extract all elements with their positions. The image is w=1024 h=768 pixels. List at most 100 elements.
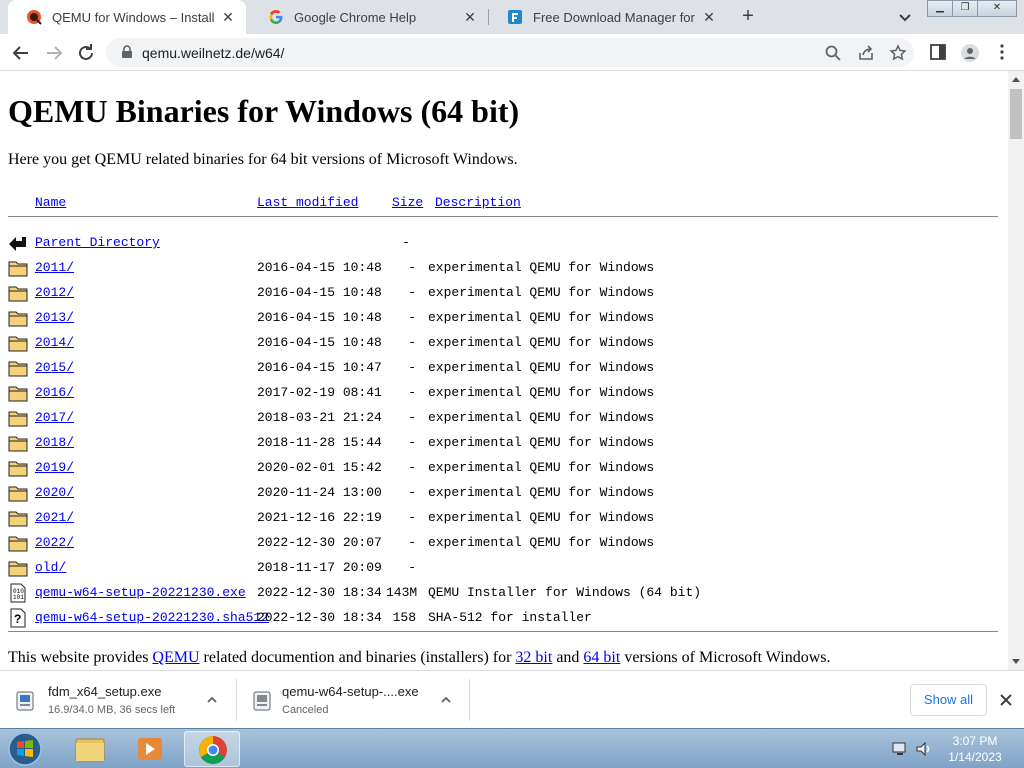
- file-link[interactable]: qemu-w64-setup-20221230.exe: [35, 585, 246, 600]
- footer-suffix: versions of Microsoft Windows.: [620, 649, 831, 666]
- column-header-name[interactable]: Name: [35, 195, 66, 210]
- size-cell: -: [408, 560, 416, 575]
- forward-icon[interactable]: [42, 41, 66, 65]
- folder-icon: [8, 561, 28, 577]
- size-cell: -: [408, 310, 416, 325]
- volume-icon[interactable]: [915, 740, 933, 758]
- taskbar-media-player-button[interactable]: [122, 731, 178, 767]
- back-arrow-icon: [9, 237, 26, 251]
- vertical-scrollbar[interactable]: [1008, 71, 1024, 670]
- tab-title: QEMU for Windows – Installers (: [52, 9, 214, 25]
- date-cell: 2016-04-15 10:47: [257, 360, 382, 375]
- chevron-up-icon[interactable]: [205, 693, 219, 707]
- chevron-up-icon[interactable]: [439, 693, 453, 707]
- table-row: 2020/2020-11-24 13:00 - experimental QEMU …: [0, 481, 1000, 506]
- table-row: 2019/2020-02-01 15:42 - experimental QEMU …: [0, 456, 1000, 481]
- file-link[interactable]: 2019/: [35, 460, 74, 475]
- description-cell: experimental QEMU for Windows: [428, 460, 655, 475]
- bookmark-star-icon[interactable]: [889, 44, 907, 62]
- new-tab-button[interactable]: +: [737, 5, 759, 27]
- scroll-down-arrow-icon[interactable]: [1012, 659, 1020, 664]
- download-item-qemu[interactable]: qemu-w64-setup-....exe Canceled: [237, 671, 469, 729]
- side-panel-icon[interactable]: [929, 43, 947, 61]
- close-tab-icon[interactable]: ✕: [220, 9, 236, 25]
- footer-and: and: [552, 649, 584, 666]
- close-window-button[interactable]: ✕: [977, 0, 1017, 17]
- description-cell: experimental QEMU for Windows: [428, 260, 655, 275]
- file-link[interactable]: 2015/: [35, 360, 74, 375]
- description-cell: experimental QEMU for Windows: [428, 510, 655, 525]
- date-cell: 2021-12-16 22:19: [257, 510, 382, 525]
- qemu-icon: [27, 10, 42, 25]
- lock-icon[interactable]: [120, 45, 134, 59]
- start-button-windows-icon[interactable]: [6, 731, 44, 767]
- restore-button[interactable]: ❐: [952, 0, 978, 17]
- file-link[interactable]: qemu-w64-setup-20221230.sha512: [35, 610, 269, 625]
- file-link[interactable]: 2012/: [35, 285, 74, 300]
- folder-icon: [8, 286, 28, 302]
- table-row: 2021/2021-12-16 22:19 - experimental QEMU …: [0, 506, 1000, 531]
- size-cell: -: [408, 485, 416, 500]
- table-row: ? qemu-w64-setup-20221230.sha512 2022-12-3…: [0, 606, 1000, 631]
- folder-icon: [75, 738, 105, 762]
- search-icon[interactable]: [824, 44, 842, 62]
- clock-date[interactable]: 1/14/2023: [945, 750, 1005, 764]
- scroll-up-arrow-icon[interactable]: [1012, 77, 1020, 82]
- file-link[interactable]: 2022/: [35, 535, 74, 550]
- qemu-link[interactable]: QEMU: [152, 649, 199, 666]
- share-icon[interactable]: [857, 44, 875, 62]
- tab-free-download-manager[interactable]: Free Download Manager for Win ✕: [489, 0, 727, 34]
- tab-search-chevron-icon[interactable]: [896, 8, 914, 26]
- file-link[interactable]: old/: [35, 560, 66, 575]
- address-bar[interactable]: qemu.weilnetz.de/w64/: [106, 38, 914, 67]
- show-all-downloads-button[interactable]: Show all: [910, 684, 987, 716]
- table-row: 2013/2016-04-15 10:48 - experimental QEMU …: [0, 306, 1000, 331]
- file-link[interactable]: 2016/: [35, 385, 74, 400]
- folder-icon: [8, 336, 28, 352]
- size-cell: -: [408, 435, 416, 450]
- taskbar-chrome-button[interactable]: [184, 731, 240, 767]
- column-header-description[interactable]: Description: [435, 195, 521, 210]
- folder-icon: [8, 411, 28, 427]
- unknown-file-icon: ?: [10, 608, 26, 628]
- tab-qemu[interactable]: QEMU for Windows – Installers ( ✕: [8, 0, 246, 34]
- download-item-fdm[interactable]: fdm_x64_setup.exe 16.9/34.0 MB, 36 secs …: [0, 671, 236, 729]
- url-text[interactable]: qemu.weilnetz.de/w64/: [142, 45, 284, 61]
- taskbar-explorer-button[interactable]: [62, 731, 118, 767]
- column-header-size[interactable]: Size: [392, 195, 423, 210]
- date-cell: 2017-02-19 08:41: [257, 385, 382, 400]
- profile-avatar-icon[interactable]: [960, 43, 980, 63]
- parent-directory-link[interactable]: Parent Directory: [35, 235, 160, 250]
- 32-bit-link[interactable]: 32 bit: [515, 649, 552, 666]
- file-link[interactable]: 2021/: [35, 510, 74, 525]
- file-link[interactable]: 2013/: [35, 310, 74, 325]
- clock-time[interactable]: 3:07 PM: [945, 734, 1005, 748]
- back-icon[interactable]: [9, 41, 33, 65]
- media-player-icon: [138, 738, 162, 760]
- size-cell: -: [408, 260, 416, 275]
- column-header-last-modified[interactable]: Last modified: [257, 195, 358, 210]
- network-icon[interactable]: [891, 740, 909, 758]
- size-cell: 143M: [386, 585, 418, 600]
- table-row: 2018/2018-11-28 15:44 - experimental QEMU …: [0, 431, 1000, 456]
- size-cell: -: [408, 410, 416, 425]
- description-cell: experimental QEMU for Windows: [428, 485, 655, 500]
- more-menu-icon[interactable]: [993, 43, 1011, 61]
- scrollbar-thumb[interactable]: [1010, 89, 1022, 139]
- file-link[interactable]: 2014/: [35, 335, 74, 350]
- close-tab-icon[interactable]: ✕: [701, 9, 717, 25]
- description-cell: experimental QEMU for Windows: [428, 435, 655, 450]
- reload-icon[interactable]: [74, 41, 98, 65]
- table-row: 2016/2017-02-19 08:41 - experimental QEMU …: [0, 381, 1000, 406]
- close-tab-icon[interactable]: ✕: [462, 9, 478, 25]
- tab-google-chrome-help[interactable]: Google Chrome Help ✕: [250, 0, 488, 34]
- 64-bit-link[interactable]: 64 bit: [583, 649, 620, 666]
- minimize-button[interactable]: ▁: [927, 0, 953, 17]
- file-link[interactable]: 2018/: [35, 435, 74, 450]
- close-icon[interactable]: [997, 691, 1015, 709]
- description-cell: experimental QEMU for Windows: [428, 310, 655, 325]
- file-link[interactable]: 2011/: [35, 260, 74, 275]
- file-link[interactable]: 2017/: [35, 410, 74, 425]
- table-row: old/2018-11-17 20:09 -: [0, 556, 1000, 581]
- file-link[interactable]: 2020/: [35, 485, 74, 500]
